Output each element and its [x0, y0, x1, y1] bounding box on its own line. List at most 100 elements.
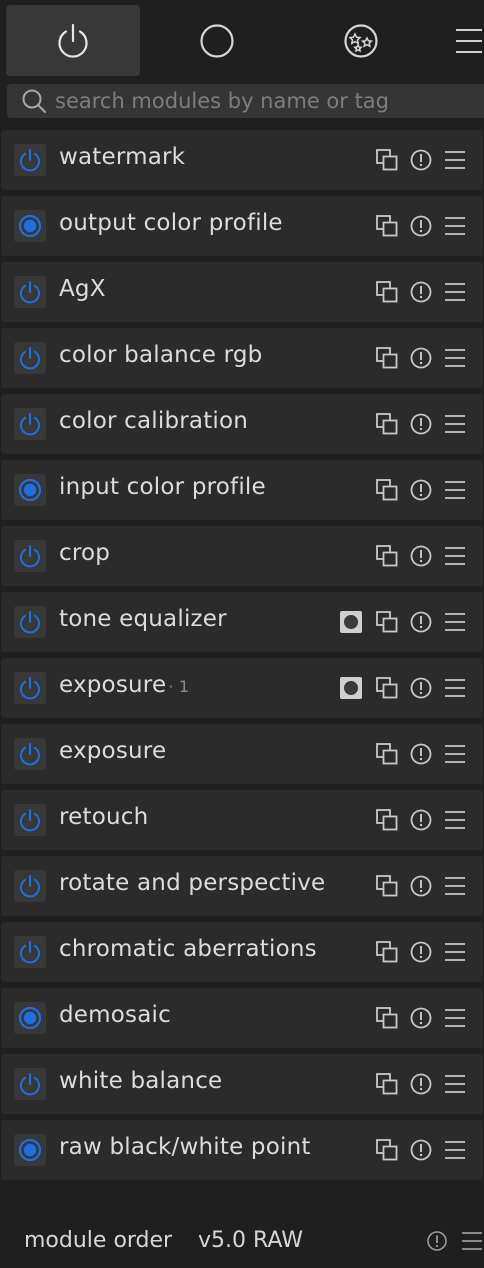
mask-icon[interactable] — [340, 611, 362, 633]
module-row[interactable]: color calibration — [1, 394, 483, 454]
presets-icon[interactable] — [444, 1006, 466, 1030]
module-power-button[interactable] — [14, 1134, 46, 1166]
reset-icon[interactable] — [409, 214, 433, 238]
module-order-label: module order — [24, 1228, 173, 1253]
module-search-box[interactable] — [7, 84, 484, 118]
presets-icon[interactable] — [444, 742, 466, 766]
reset-icon[interactable] — [409, 1072, 433, 1096]
reset-icon[interactable] — [409, 610, 433, 634]
hamburger-icon — [456, 28, 482, 53]
reset-icon[interactable] — [409, 280, 433, 304]
module-row[interactable]: tone equalizer — [1, 592, 483, 652]
module-power-button[interactable] — [14, 870, 46, 902]
multi-instance-icon[interactable] — [375, 412, 399, 436]
reset-icon[interactable] — [409, 874, 433, 898]
presets-icon[interactable] — [444, 1138, 466, 1162]
reset-icon[interactable] — [409, 676, 433, 700]
presets-icon[interactable] — [461, 1230, 483, 1252]
multi-instance-icon[interactable] — [375, 676, 399, 700]
module-power-button[interactable] — [14, 210, 46, 242]
mask-icon[interactable] — [340, 677, 362, 699]
module-power-button[interactable] — [14, 540, 46, 572]
presets-icon[interactable] — [444, 940, 466, 964]
reset-icon[interactable] — [409, 412, 433, 436]
multi-instance-icon[interactable] — [375, 478, 399, 502]
presets-icon[interactable] — [444, 412, 466, 436]
presets-menu-button[interactable] — [440, 5, 484, 76]
module-row[interactable]: watermark — [1, 130, 483, 190]
module-row[interactable]: chromatic aberrations — [1, 922, 483, 982]
module-row[interactable]: raw black/white point — [1, 1120, 483, 1180]
module-row[interactable]: white balance — [1, 1054, 483, 1114]
module-power-button[interactable] — [14, 936, 46, 968]
module-name: raw black/white point — [59, 1134, 311, 1160]
module-power-button[interactable] — [14, 408, 46, 440]
module-row[interactable]: output color profile — [1, 196, 483, 256]
reset-icon[interactable] — [409, 1138, 433, 1162]
module-row[interactable]: crop — [1, 526, 483, 586]
reset-icon[interactable] — [409, 544, 433, 568]
power-off-icon — [20, 149, 40, 172]
multi-instance-icon[interactable] — [375, 742, 399, 766]
module-power-button[interactable] — [14, 804, 46, 836]
module-row[interactable]: retouch — [1, 790, 483, 850]
multi-instance-icon[interactable] — [375, 874, 399, 898]
search-input[interactable] — [55, 89, 475, 113]
presets-icon[interactable] — [444, 676, 466, 700]
module-power-button[interactable] — [14, 342, 46, 374]
presets-icon[interactable] — [444, 1072, 466, 1096]
module-power-button[interactable] — [14, 738, 46, 770]
presets-icon[interactable] — [444, 346, 466, 370]
module-row[interactable]: rotate and perspective — [1, 856, 483, 916]
presets-icon[interactable] — [444, 214, 466, 238]
module-power-button[interactable] — [14, 1002, 46, 1034]
module-row[interactable]: color balance rgb — [1, 328, 483, 388]
module-power-button[interactable] — [14, 1068, 46, 1100]
module-row[interactable]: exposure · 1 — [1, 658, 483, 718]
reset-icon[interactable] — [409, 1006, 433, 1030]
reset-icon[interactable] — [409, 808, 433, 832]
module-row[interactable]: AgX — [1, 262, 483, 322]
multi-instance-icon[interactable] — [375, 148, 399, 172]
reset-icon[interactable] — [409, 346, 433, 370]
presets-icon[interactable] — [444, 808, 466, 832]
module-name: input color profile — [59, 474, 266, 500]
module-power-button[interactable] — [14, 672, 46, 704]
module-power-button[interactable] — [14, 276, 46, 308]
multi-instance-icon[interactable] — [375, 544, 399, 568]
presets-icon[interactable] — [444, 610, 466, 634]
module-power-button[interactable] — [14, 606, 46, 638]
circle-icon — [200, 23, 234, 58]
reset-icon[interactable] — [426, 1230, 448, 1252]
multi-instance-icon[interactable] — [375, 1138, 399, 1162]
module-row[interactable]: demosaic — [1, 988, 483, 1048]
tab-favorite-modules[interactable] — [150, 5, 284, 76]
multi-instance-icon[interactable] — [375, 808, 399, 832]
tab-active-modules[interactable] — [6, 5, 140, 76]
module-name-text: color calibration — [59, 408, 249, 434]
module-row[interactable]: input color profile — [1, 460, 483, 520]
module-row[interactable]: exposure — [1, 724, 483, 784]
reset-icon[interactable] — [409, 742, 433, 766]
presets-icon[interactable] — [444, 544, 466, 568]
reset-icon[interactable] — [409, 940, 433, 964]
multi-instance-icon[interactable] — [375, 346, 399, 370]
multi-instance-icon[interactable] — [375, 214, 399, 238]
multi-instance-icon[interactable] — [375, 610, 399, 634]
reset-icon[interactable] — [409, 148, 433, 172]
presets-icon[interactable] — [444, 280, 466, 304]
module-name: exposure · 1 — [59, 672, 189, 698]
multi-instance-icon[interactable] — [375, 1072, 399, 1096]
multi-instance-icon[interactable] — [375, 280, 399, 304]
module-name-text: tone equalizer — [59, 606, 227, 632]
multi-instance-icon[interactable] — [375, 940, 399, 964]
reset-icon[interactable] — [409, 478, 433, 502]
module-power-button[interactable] — [14, 474, 46, 506]
module-power-button[interactable] — [14, 144, 46, 176]
module-name-text: AgX — [59, 276, 106, 302]
multi-instance-icon[interactable] — [375, 1006, 399, 1030]
presets-icon[interactable] — [444, 478, 466, 502]
presets-icon[interactable] — [444, 874, 466, 898]
tab-all-modules[interactable] — [294, 5, 428, 76]
presets-icon[interactable] — [444, 148, 466, 172]
